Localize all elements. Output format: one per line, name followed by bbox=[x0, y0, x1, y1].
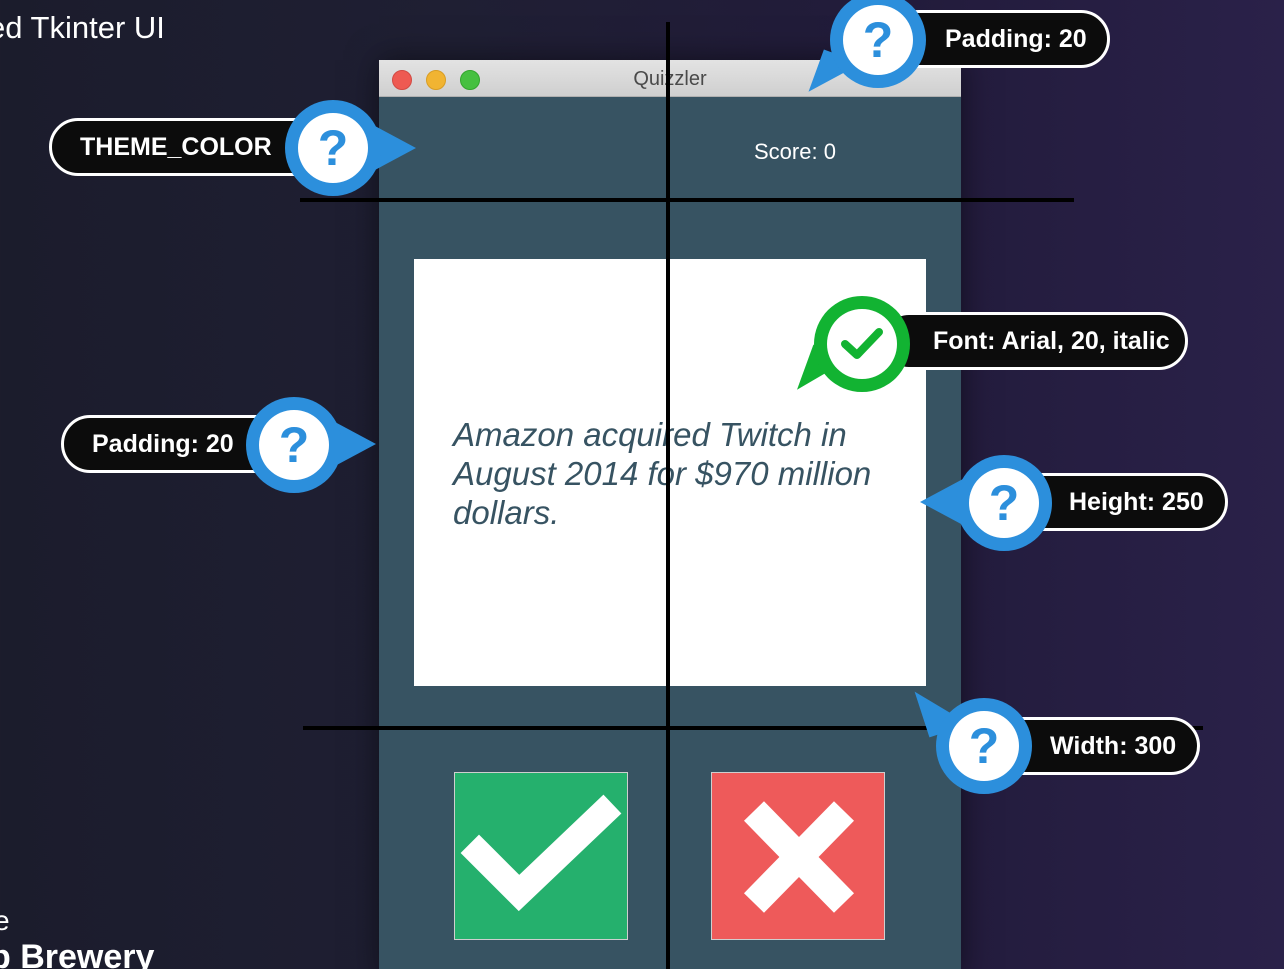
background-subtitle: p Brewery bbox=[0, 938, 155, 969]
question-mark-icon: ? bbox=[246, 397, 342, 493]
check-badge-icon bbox=[814, 296, 910, 392]
quizzler-window: Quizzler Score: 0 Amazon acquired Twitch… bbox=[379, 60, 961, 969]
question-mark-icon: ? bbox=[285, 100, 381, 196]
false-button[interactable] bbox=[711, 772, 885, 940]
background-caption: e bbox=[0, 905, 10, 936]
grid-guide-vertical bbox=[666, 22, 670, 969]
callout-label: Font: Arial, 20, italic bbox=[880, 312, 1188, 370]
question-mark-icon: ? bbox=[956, 455, 1052, 551]
grid-guide-top bbox=[300, 198, 1074, 202]
check-icon bbox=[841, 328, 883, 359]
x-icon bbox=[743, 801, 855, 913]
check-icon bbox=[460, 794, 622, 912]
question-text: Amazon acquired Twitch in August 2014 fo… bbox=[453, 416, 872, 531]
background-title: ed Tkinter UI bbox=[0, 10, 165, 45]
true-button[interactable] bbox=[454, 772, 628, 940]
question-mark-icon: ? bbox=[936, 698, 1032, 794]
score-label: Score: 0 bbox=[754, 139, 836, 164]
